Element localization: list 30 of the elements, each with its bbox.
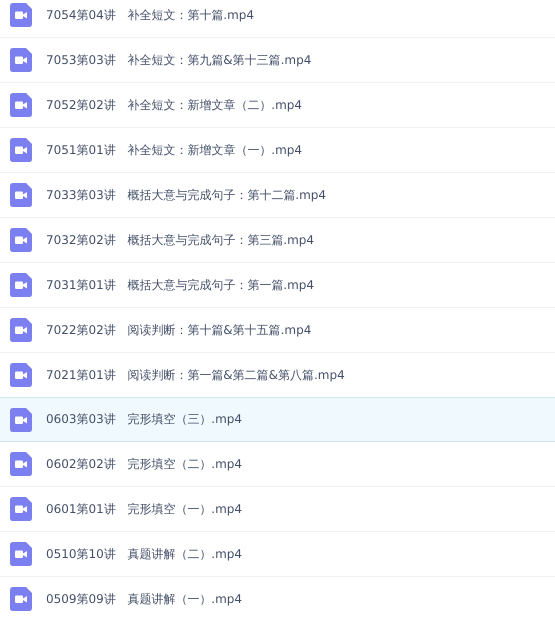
file-row[interactable]: 7054第04讲 补全短文：第十篇.mp4 <box>0 0 555 38</box>
video-file-icon <box>10 452 32 476</box>
video-file-icon <box>10 228 32 252</box>
file-name: 0601第01讲 完形填空（一）.mp4 <box>46 500 242 518</box>
file-name: 0509第09讲 真题讲解（一）.mp4 <box>46 590 242 608</box>
file-name: 7051第01讲 补全短文：新增文章（一）.mp4 <box>46 142 302 158</box>
video-file-icon <box>10 497 32 521</box>
file-row[interactable]: 0603第03讲 完形填空（三）.mp4 <box>0 397 555 442</box>
file-name: 0603第03讲 完形填空（三）.mp4 <box>46 411 242 428</box>
file-name: 7053第03讲 补全短文：第九篇&第十三篇.mp4 <box>46 52 312 68</box>
file-name: 7052第02讲 补全短文：新增文章（二）.mp4 <box>46 96 302 114</box>
file-name: 7032第02讲 概括大意与完成句子：第三篇.mp4 <box>46 232 314 248</box>
video-file-icon <box>10 93 32 117</box>
file-name: 7021第01讲 阅读判断：第一篇&第二篇&第八篇.mp4 <box>46 366 345 384</box>
file-name: 7031第01讲 概括大意与完成句子：第一篇.mp4 <box>46 276 314 294</box>
file-name: 7022第02讲 阅读判断：第十篇&第十五篇.mp4 <box>46 322 312 338</box>
video-file-icon <box>10 363 32 387</box>
video-file-icon <box>10 318 32 342</box>
video-file-icon <box>10 48 32 72</box>
video-file-icon <box>10 542 32 566</box>
file-name: 7033第03讲 概括大意与完成句子：第十二篇.mp4 <box>46 186 326 204</box>
file-name: 0602第02讲 完形填空（二）.mp4 <box>46 456 242 472</box>
video-file-icon <box>10 3 32 27</box>
file-name: 0510第10讲 真题讲解（二）.mp4 <box>46 546 242 562</box>
video-file-icon <box>10 273 32 297</box>
video-file-icon <box>10 587 32 611</box>
video-file-icon <box>10 408 32 432</box>
video-file-icon <box>10 183 32 207</box>
video-file-icon <box>10 138 32 162</box>
file-name: 7054第04讲 补全短文：第十篇.mp4 <box>46 6 254 24</box>
